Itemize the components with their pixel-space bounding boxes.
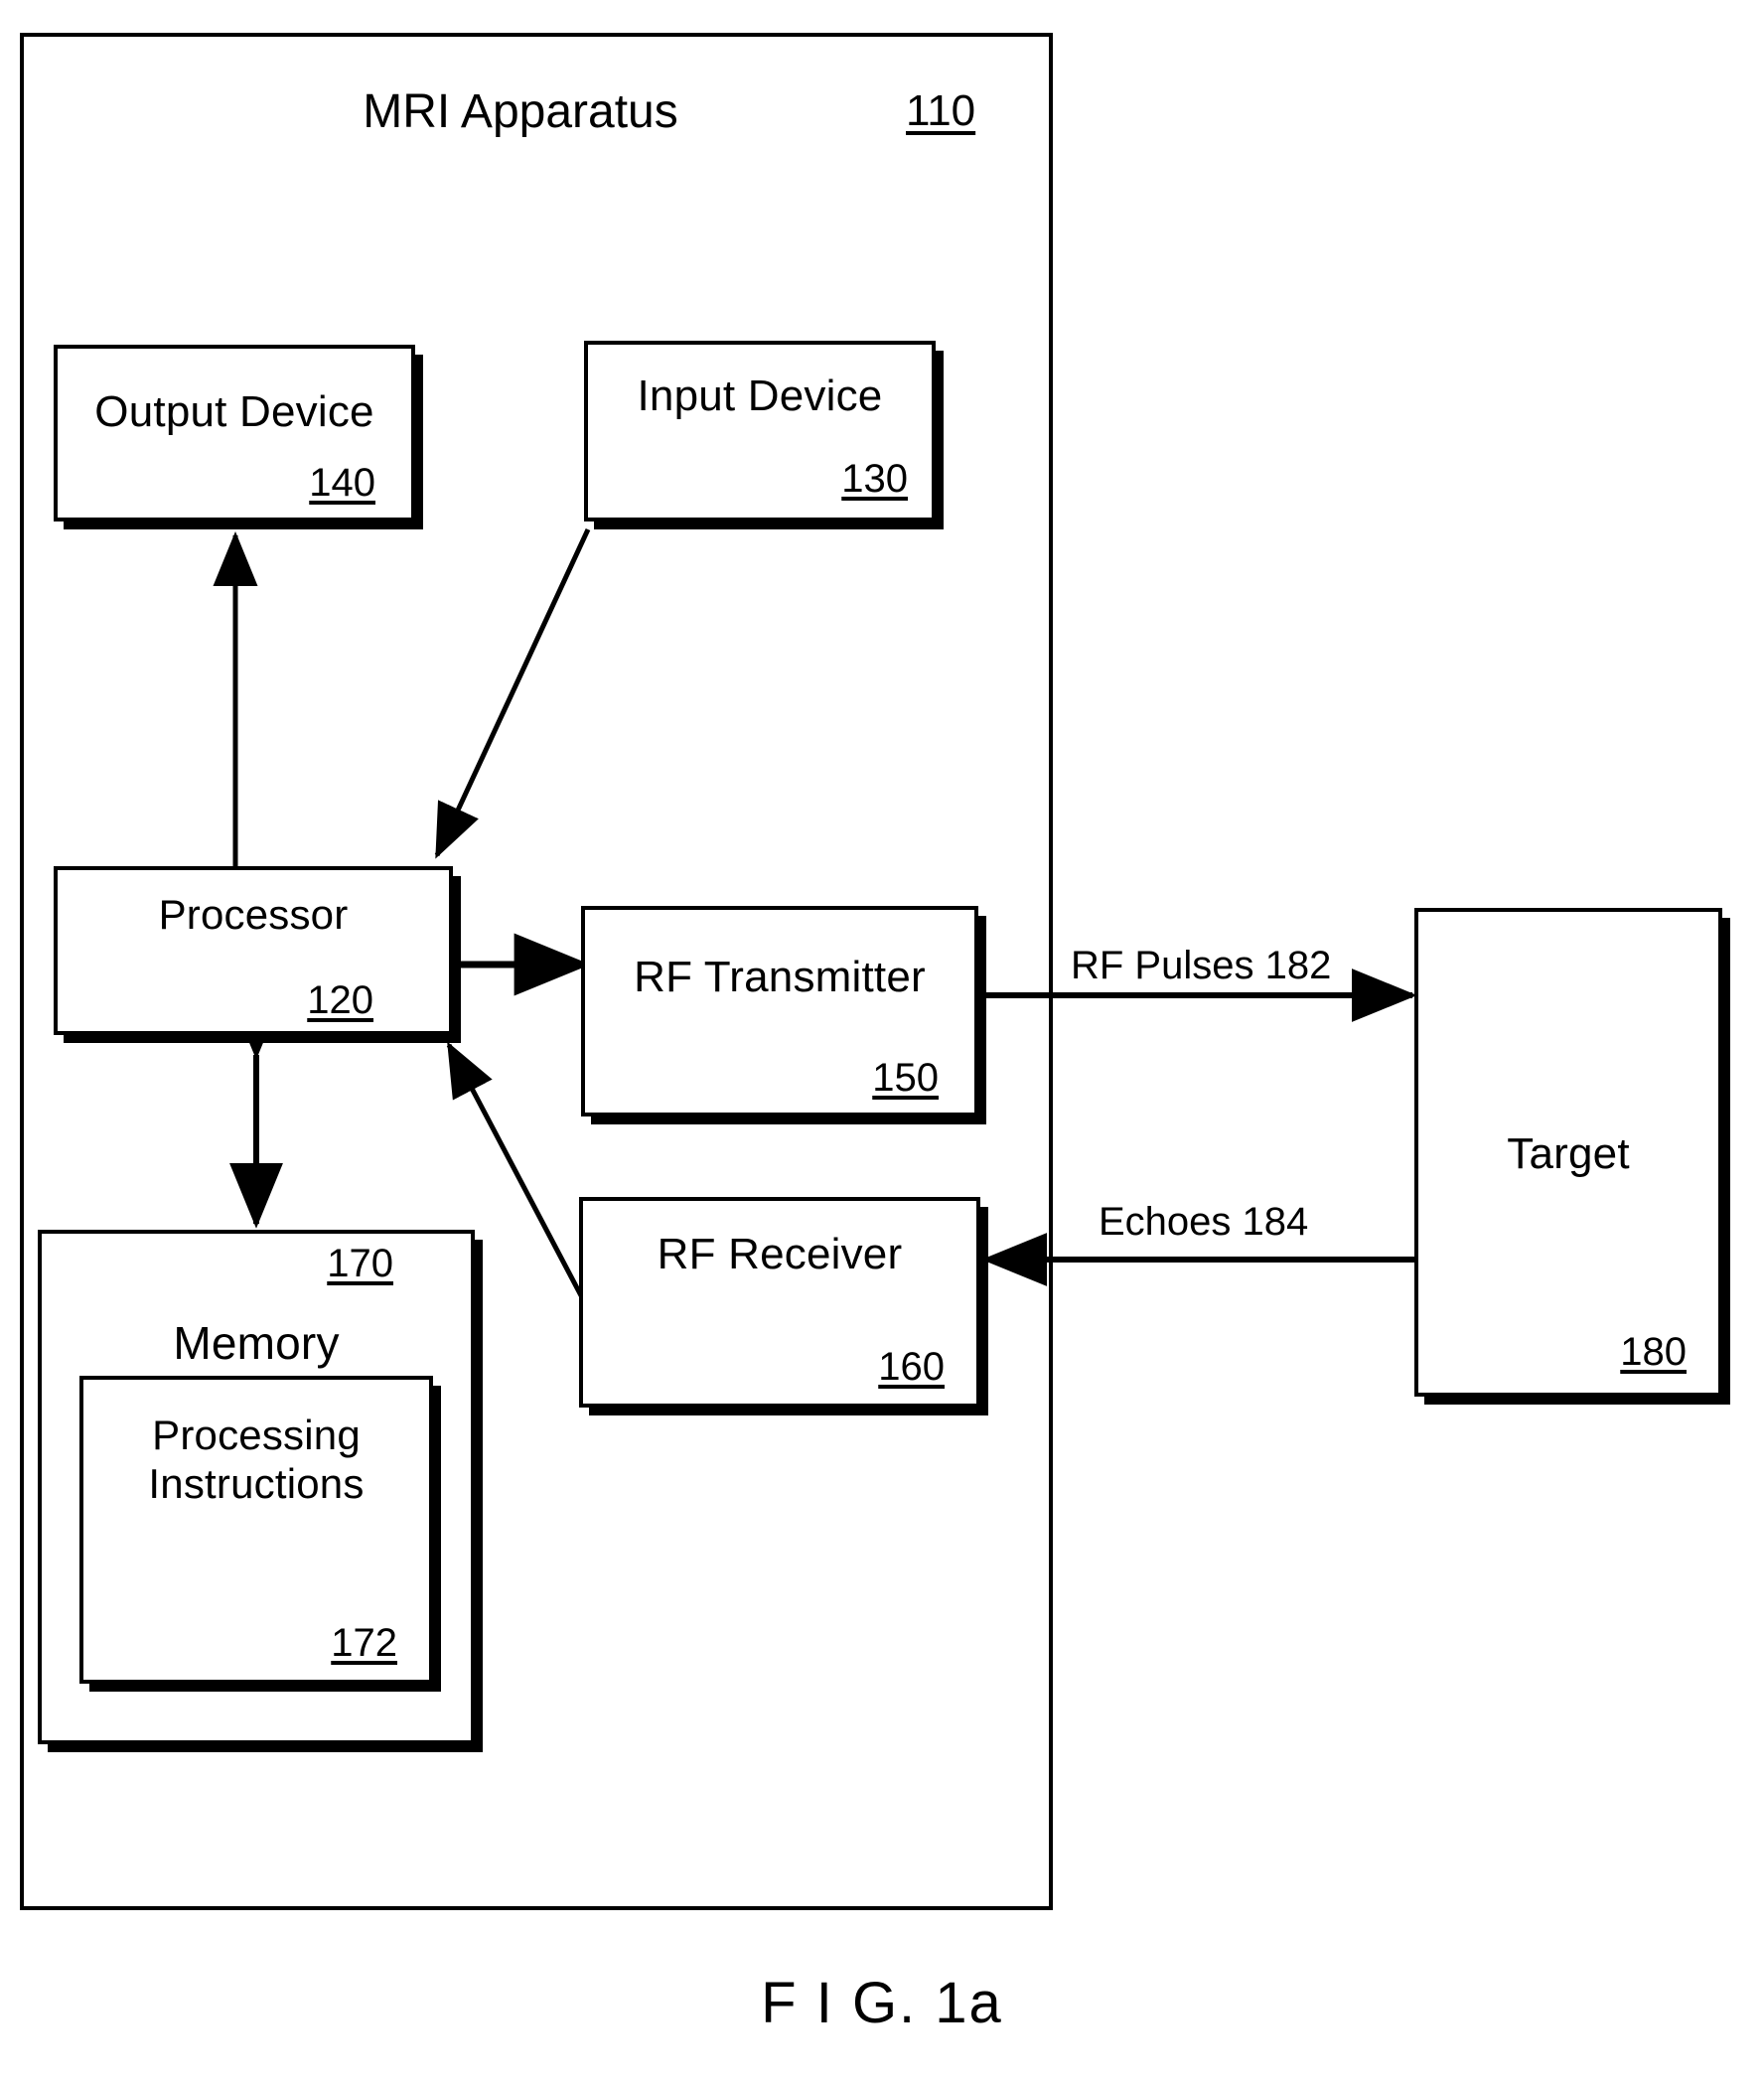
target-reference-number: 180: [1620, 1330, 1687, 1374]
processor-reference-number: 120: [307, 978, 373, 1022]
memory-reference-number: 170: [327, 1242, 393, 1285]
input-device-label: Input Device: [637, 372, 883, 420]
block-rf-transmitter: RF Transmitter 150: [581, 906, 978, 1116]
mri-apparatus-title: MRI Apparatus: [363, 85, 678, 138]
processing-instructions-label: Processing Instructions: [148, 1412, 365, 1507]
figure-caption: F I G. 1a: [761, 1971, 1003, 2035]
rf-receiver-reference-number: 160: [878, 1345, 945, 1389]
rf-receiver-label: RF Receiver: [657, 1230, 903, 1278]
output-device-reference-number: 140: [309, 461, 375, 505]
block-processing-instructions: Processing Instructions 172: [79, 1376, 433, 1684]
memory-label: Memory: [173, 1317, 340, 1369]
block-output-device: Output Device 140: [54, 345, 415, 521]
rf-transmitter-reference-number: 150: [872, 1056, 939, 1100]
block-input-device: Input Device 130: [584, 341, 936, 521]
processing-instructions-reference-number: 172: [331, 1621, 397, 1665]
block-target: Target 180: [1414, 908, 1722, 1397]
block-rf-receiver: RF Receiver 160: [579, 1197, 980, 1408]
rf-transmitter-label: RF Transmitter: [634, 953, 926, 1001]
mri-apparatus-reference-number: 110: [906, 86, 976, 135]
input-device-reference-number: 130: [841, 457, 908, 501]
patent-figure-page: MRI Apparatus 110 Output Device 140 Inpu…: [0, 0, 1764, 2083]
target-label: Target: [1507, 1129, 1630, 1178]
block-processor: Processor 120: [54, 866, 453, 1035]
rf-pulses-signal-label: RF Pulses 182: [1071, 944, 1332, 987]
processor-label: Processor: [158, 891, 349, 938]
output-device-label: Output Device: [94, 387, 374, 436]
echoes-signal-label: Echoes 184: [1099, 1200, 1309, 1244]
